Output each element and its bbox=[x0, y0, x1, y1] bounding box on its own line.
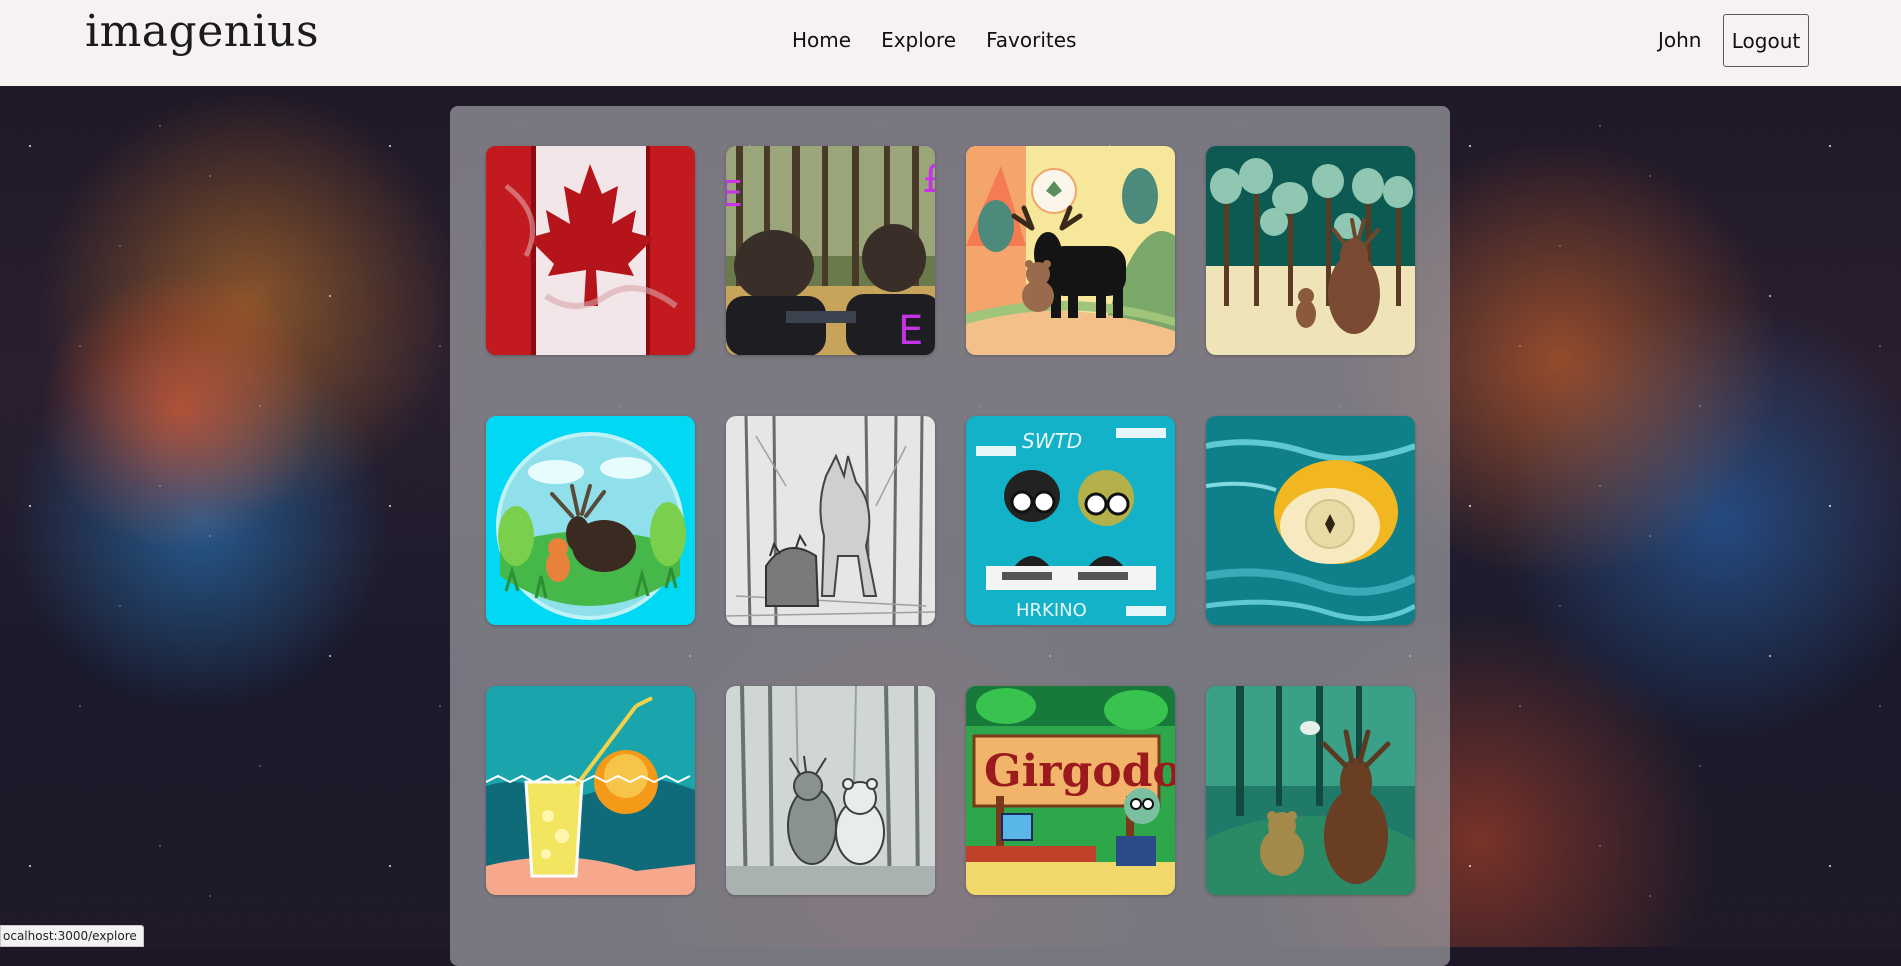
user-name[interactable]: John bbox=[1658, 28, 1702, 52]
moose-in-bubble-image bbox=[486, 416, 695, 625]
moose-and-bear-painting-image bbox=[1206, 686, 1415, 895]
gallery-tile-cartoon-moose-bear[interactable] bbox=[966, 146, 1175, 355]
nav-home-link[interactable]: Home bbox=[792, 28, 851, 52]
gallery-tile-girgodo-sign[interactable]: Girgodo bbox=[966, 686, 1175, 895]
hackers-bottom-text: HRKINO bbox=[1016, 600, 1087, 621]
hackers-top-text: SWTD bbox=[1022, 429, 1082, 453]
moose-in-forest-image bbox=[1206, 146, 1415, 355]
gallery-tile-bears-sketch[interactable] bbox=[726, 686, 935, 895]
wolf-pencil-sketch-image bbox=[726, 416, 935, 625]
nav-explore-link[interactable]: Explore bbox=[881, 28, 956, 52]
gallery-tile-canada-flag[interactable] bbox=[486, 146, 695, 355]
gallery-tile-moose-bubble[interactable] bbox=[486, 416, 695, 625]
nav-favorites-link[interactable]: Favorites bbox=[986, 28, 1076, 52]
status-bar-url: ocalhost:3000/explore bbox=[0, 925, 144, 947]
navbar: imagenius Home Explore Favorites John Lo… bbox=[0, 0, 1901, 86]
gallery-tile-cartoon-hackers[interactable]: SWTD HRKINO bbox=[966, 416, 1175, 625]
svg-text:£: £ bbox=[922, 157, 935, 201]
gallery-tile-people-forest[interactable]: £ E E bbox=[726, 146, 935, 355]
gallery-tile-wolf-sketch[interactable] bbox=[726, 416, 935, 625]
gallery-tile-moose-forest[interactable] bbox=[1206, 146, 1415, 355]
cartoon-moose-and-bear-image bbox=[966, 146, 1175, 355]
cartoon-hackers-image: SWTD HRKINO bbox=[966, 416, 1175, 625]
people-in-forest-image: £ E E bbox=[726, 146, 935, 355]
svg-text:E: E bbox=[726, 174, 743, 215]
gallery-panel: £ E E SWTD HRKINO Girgodo bbox=[450, 106, 1450, 966]
lemonade-glass-image bbox=[486, 686, 695, 895]
canada-flag-image bbox=[486, 146, 695, 355]
svg-text:E: E bbox=[898, 308, 923, 354]
image-grid: £ E E SWTD HRKINO Girgodo bbox=[486, 146, 1415, 895]
girgodo-sign-image: Girgodo bbox=[966, 686, 1175, 895]
lemon-in-water-image bbox=[1206, 416, 1415, 625]
nav-links: Home Explore Favorites bbox=[792, 28, 1076, 52]
bears-sketch-image bbox=[726, 686, 935, 895]
gallery-tile-moose-bear-painting[interactable] bbox=[1206, 686, 1415, 895]
logo[interactable]: imagenius bbox=[85, 6, 319, 57]
logout-button[interactable]: Logout bbox=[1723, 14, 1809, 67]
gallery-tile-lemonade[interactable] bbox=[486, 686, 695, 895]
gallery-tile-lemon-water[interactable] bbox=[1206, 416, 1415, 625]
